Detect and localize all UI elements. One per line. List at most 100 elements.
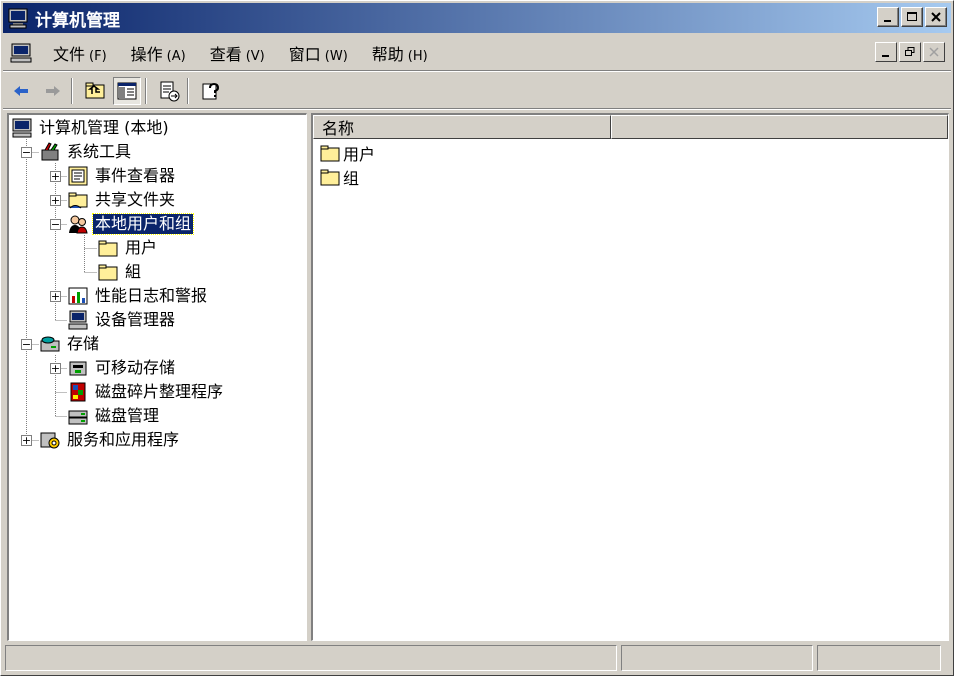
tree-node-defrag[interactable]: 磁盘碎片整理程序 <box>67 381 225 403</box>
toolbar <box>3 73 951 109</box>
toolbox-icon <box>41 142 59 161</box>
export-list-icon <box>160 81 180 101</box>
services-icon <box>40 432 60 449</box>
menu-bar: 文件 (F) 操作 (A) 查看 (V) 窗口 (W) 帮助 (H) <box>3 35 951 71</box>
menu-action[interactable]: 操作 (A) <box>119 41 198 65</box>
tree-node-label: 本地用户和组 <box>91 213 195 235</box>
shared-folder-icon <box>68 192 88 209</box>
tree-node-event-viewer[interactable]: 事件查看器 <box>67 165 177 187</box>
status-bar <box>5 645 949 671</box>
tree-node-shared-folders[interactable]: 共享文件夹 <box>67 189 177 211</box>
expander-services-apps[interactable]: + <box>21 435 32 446</box>
expander-perf-logs[interactable]: + <box>50 291 61 302</box>
menu-action-accel: (A) <box>166 48 186 64</box>
tree-node-local-users-groups[interactable]: 本地用户和组 <box>67 213 195 235</box>
menu-help-accel: (H) <box>407 48 428 64</box>
console-tree[interactable]: − + + − + − + + 计算机管理 (本地) 系统工具 事件查看器 共享… <box>7 113 307 641</box>
menu-file-label: 文件 <box>53 44 86 64</box>
title-bar[interactable]: 计算机管理 <box>3 3 951 33</box>
export-list-button[interactable] <box>155 77 183 105</box>
menu-view[interactable]: 查看 (V) <box>198 41 277 65</box>
window-title: 计算机管理 <box>35 10 120 31</box>
column-header-name[interactable]: 名称 <box>313 115 611 139</box>
mdi-caption-buttons <box>873 42 945 62</box>
minimize-icon <box>882 55 889 57</box>
menu-view-label: 查看 <box>209 44 242 64</box>
tree-node-users[interactable]: 用户 <box>97 237 159 259</box>
tree-node-device-manager[interactable]: 设备管理器 <box>67 309 177 331</box>
list-item[interactable]: 组 <box>319 165 375 189</box>
performance-chart-icon <box>68 287 88 305</box>
result-list[interactable]: 名称 用户 组 <box>311 113 949 641</box>
mdi-restore-button[interactable] <box>899 42 921 62</box>
tree-node-label: 可移动存储 <box>95 358 176 377</box>
menu-file-accel: (F) <box>89 48 107 64</box>
toolbar-separator <box>145 77 147 104</box>
tree-node-perf-logs[interactable]: 性能日志和警报 <box>67 285 209 307</box>
folder-icon <box>320 145 340 162</box>
device-manager-icon <box>68 310 88 330</box>
menu-window[interactable]: 窗口 (W) <box>277 41 360 65</box>
disk-management-icon <box>68 410 88 425</box>
expander-local-users[interactable]: − <box>50 219 61 230</box>
restore-icon <box>905 47 915 56</box>
forward-arrow-icon <box>46 85 60 96</box>
up-folder-icon <box>85 82 105 98</box>
tree-node-label: 性能日志和警报 <box>95 286 208 305</box>
back-arrow-icon <box>14 85 28 96</box>
list-rows: 用户 组 <box>319 141 375 189</box>
close-button[interactable] <box>925 7 947 27</box>
tree-node-root[interactable]: 计算机管理 (本地) <box>11 117 171 139</box>
list-header: 名称 <box>313 115 948 139</box>
forward-button[interactable] <box>39 77 67 105</box>
column-header-empty[interactable] <box>611 115 948 139</box>
tree-node-groups[interactable]: 組 <box>97 261 143 283</box>
minimize-button[interactable] <box>877 7 899 27</box>
tree-node-label: 系统工具 <box>67 142 132 161</box>
tree-node-label: 磁盘管理 <box>95 406 160 425</box>
expander-system-tools[interactable]: − <box>21 147 32 158</box>
event-viewer-icon <box>68 166 88 186</box>
show-hide-tree-button[interactable] <box>113 76 141 105</box>
tree-node-label: 服务和应用程序 <box>67 430 180 449</box>
expander-storage[interactable]: − <box>21 339 32 350</box>
tree-node-label: 用户 <box>125 238 158 257</box>
tree-node-services-apps[interactable]: 服务和应用程序 <box>39 429 181 451</box>
expander-event-viewer[interactable]: + <box>50 171 61 182</box>
menu-view-accel: (V) <box>245 48 265 64</box>
tree-node-system-tools[interactable]: 系统工具 <box>39 141 133 163</box>
maximize-button[interactable] <box>901 7 923 27</box>
tree-node-label: 计算机管理 (本地) <box>39 118 169 137</box>
tree-node-removable-storage[interactable]: 可移动存储 <box>67 357 177 379</box>
users-icon <box>69 215 88 234</box>
tree-node-storage[interactable]: 存储 <box>39 333 101 355</box>
toolbar-separator <box>187 77 189 104</box>
computer-icon <box>12 118 32 138</box>
system-menu-icon[interactable] <box>9 42 33 64</box>
expander-shared-folders[interactable]: + <box>50 195 61 206</box>
close-icon <box>931 12 941 22</box>
menu-window-label: 窗口 <box>288 44 321 64</box>
help-icon <box>202 82 220 99</box>
help-button[interactable] <box>197 77 225 105</box>
defrag-icon <box>70 382 86 402</box>
minimize-icon <box>884 20 891 22</box>
expander-removable-storage[interactable]: + <box>50 363 61 374</box>
list-item[interactable]: 用户 <box>319 141 375 165</box>
tree-node-label: 磁盘碎片整理程序 <box>95 382 224 401</box>
menu-file[interactable]: 文件 (F) <box>41 41 119 65</box>
column-header-label: 名称 <box>322 119 355 138</box>
up-one-level-button[interactable] <box>81 77 109 105</box>
menu-window-accel: (W) <box>324 48 348 64</box>
tree-node-label: 事件查看器 <box>95 166 176 185</box>
back-button[interactable] <box>7 77 35 105</box>
mdi-close-button[interactable] <box>923 42 945 62</box>
status-cell-right <box>817 645 941 671</box>
computer-management-window: 计算机管理 文件(F) 操作(A) 查看(V) 窗口(W) 帮助(H) <box>0 0 954 676</box>
tree-node-label: 組 <box>125 262 142 281</box>
menu-action-label: 操作 <box>130 44 163 64</box>
tree-node-disk-management[interactable]: 磁盘管理 <box>67 405 161 427</box>
mdi-minimize-button[interactable] <box>875 42 897 62</box>
removable-storage-icon <box>69 361 87 376</box>
menu-help[interactable]: 帮助 (H) <box>360 41 440 65</box>
